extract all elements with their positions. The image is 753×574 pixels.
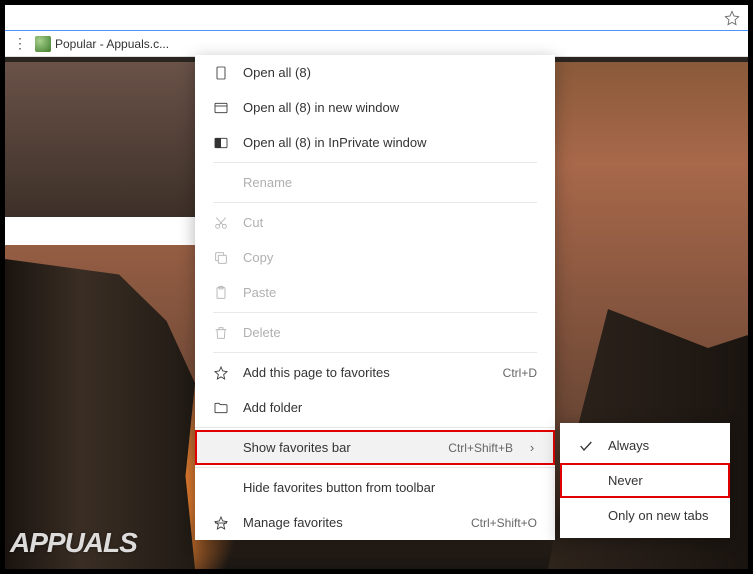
menu-show-favorites-bar[interactable]: Show favorites bar Ctrl+Shift+B › xyxy=(195,430,555,465)
menu-open-all-inprivate[interactable]: Open all (8) in InPrivate window xyxy=(195,125,555,160)
favorite-star-icon[interactable] xyxy=(724,10,740,26)
shortcut-text: Ctrl+Shift+B xyxy=(448,441,513,455)
bookmarks-bar: ⋮ Popular - Appuals.c... xyxy=(5,31,748,57)
menu-cut: Cut xyxy=(195,205,555,240)
menu-add-page-to-favorites[interactable]: Add this page to favorites Ctrl+D xyxy=(195,355,555,390)
menu-separator xyxy=(213,312,537,313)
menu-manage-favorites[interactable]: Manage favorites Ctrl+Shift+O xyxy=(195,505,555,540)
blank-icon xyxy=(578,508,594,524)
cut-icon xyxy=(213,215,229,231)
menu-separator xyxy=(195,467,555,468)
bg-clouds xyxy=(5,62,195,217)
submenu-always[interactable]: Always xyxy=(560,428,730,463)
delete-icon xyxy=(213,325,229,341)
site-favicon xyxy=(35,36,51,52)
paste-icon xyxy=(213,285,229,301)
shortcut-text: Ctrl+D xyxy=(503,366,537,380)
blank-icon xyxy=(578,473,594,489)
menu-copy: Copy xyxy=(195,240,555,275)
bookmarks-overflow-icon[interactable]: ⋮ xyxy=(13,35,27,52)
menu-separator xyxy=(213,162,537,163)
bookmark-item[interactable]: Popular - Appuals.c... xyxy=(55,37,169,51)
bg-gap xyxy=(5,217,195,245)
blank-icon xyxy=(213,480,229,496)
menu-delete: Delete xyxy=(195,315,555,350)
submenu-only-new-tabs[interactable]: Only on new tabs xyxy=(560,498,730,533)
submenu-never[interactable]: Never xyxy=(560,463,730,498)
favorites-context-menu: Open all (8) Open all (8) in new window … xyxy=(195,55,555,540)
menu-paste: Paste xyxy=(195,275,555,310)
menu-separator xyxy=(213,352,537,353)
window-icon xyxy=(213,100,229,116)
folder-icon xyxy=(213,400,229,416)
inprivate-icon xyxy=(213,135,229,151)
menu-add-folder[interactable]: Add folder xyxy=(195,390,555,425)
show-favorites-submenu: Always Never Only on new tabs xyxy=(560,423,730,538)
check-icon xyxy=(578,438,594,454)
menu-rename: Rename xyxy=(195,165,555,200)
blank-icon xyxy=(213,440,229,456)
star-icon xyxy=(213,365,229,381)
document-icon xyxy=(213,65,229,81)
chevron-right-icon: › xyxy=(527,440,537,455)
blank-icon xyxy=(213,175,229,191)
shortcut-text: Ctrl+Shift+O xyxy=(471,516,537,530)
star-gear-icon xyxy=(213,515,229,531)
menu-open-all-new-window[interactable]: Open all (8) in new window xyxy=(195,90,555,125)
menu-hide-favorites-button[interactable]: Hide favorites button from toolbar xyxy=(195,470,555,505)
menu-separator xyxy=(213,202,537,203)
menu-open-all[interactable]: Open all (8) xyxy=(195,55,555,90)
menu-separator xyxy=(195,427,555,428)
copy-icon xyxy=(213,250,229,266)
watermark-text: APPUALS xyxy=(10,527,137,559)
browser-toolbar xyxy=(5,5,748,31)
